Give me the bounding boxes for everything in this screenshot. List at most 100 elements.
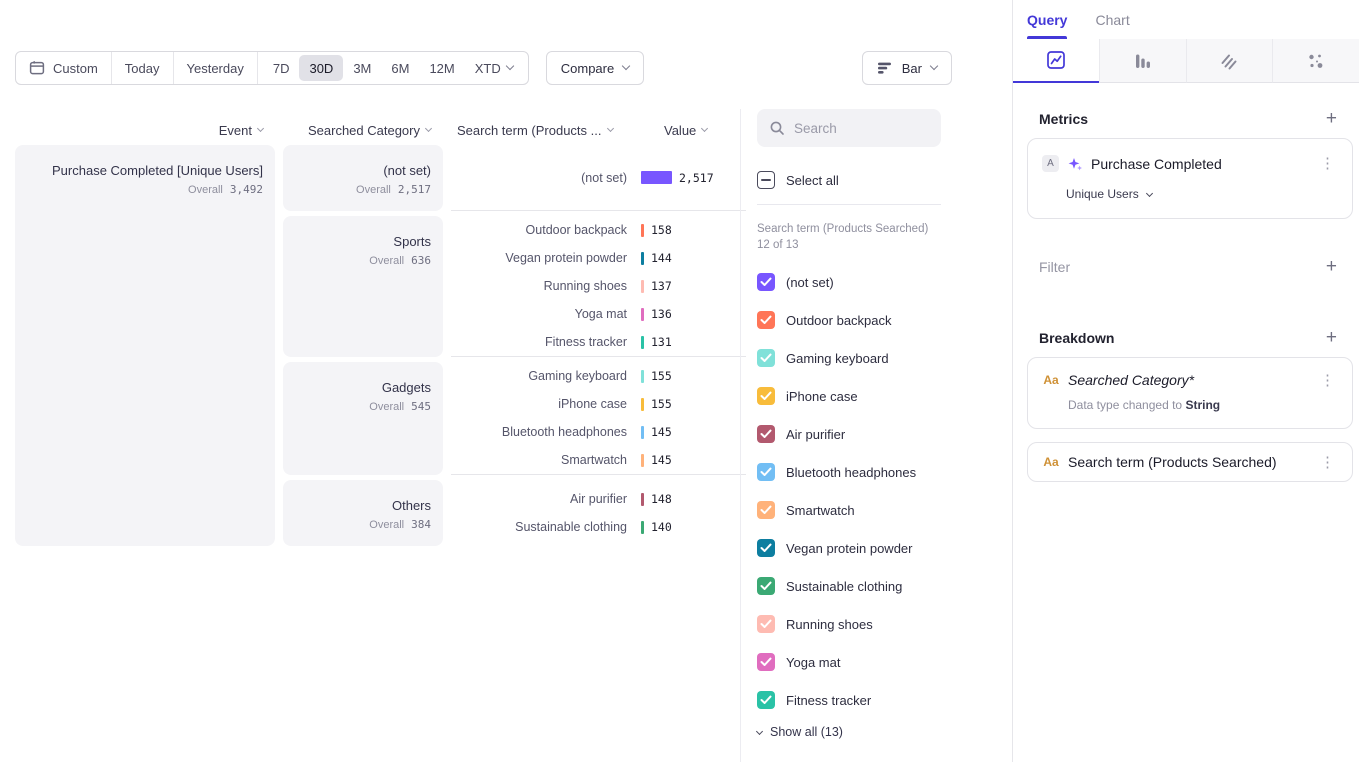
legend-item[interactable]: Smartwatch — [757, 491, 1012, 529]
legend-checkbox[interactable] — [757, 615, 775, 633]
compare-button[interactable]: Compare — [546, 51, 644, 85]
legend-item[interactable]: Vegan protein powder — [757, 529, 1012, 567]
measurement-dropdown[interactable]: Unique Users — [1066, 187, 1152, 201]
show-all-button[interactable]: Show all (13) — [757, 725, 1012, 739]
tab-query[interactable]: Query — [1027, 12, 1067, 39]
legend-panel: Select all Search term (Products Searche… — [740, 109, 1012, 762]
today-button[interactable]: Today — [111, 52, 173, 84]
term-row[interactable]: Smartwatch145 — [451, 446, 746, 474]
check-icon — [760, 619, 772, 629]
range-xtd[interactable]: XTD — [465, 55, 523, 81]
legend-item[interactable]: iPhone case — [757, 377, 1012, 415]
chart-type-button[interactable]: Bar — [862, 51, 952, 85]
range-30d[interactable]: 30D — [299, 55, 343, 81]
legend-checkbox[interactable] — [757, 691, 775, 709]
search-input[interactable] — [794, 121, 924, 136]
metric-card[interactable]: A Purchase Completed ⋮ Unique Users — [1027, 138, 1353, 219]
column-header-value[interactable]: Value — [649, 123, 707, 138]
metric-menu-button[interactable]: ⋮ — [1317, 156, 1338, 171]
range-6m[interactable]: 6M — [381, 55, 419, 81]
legend-item-label: Vegan protein powder — [786, 541, 912, 556]
custom-date-button[interactable]: Custom — [16, 52, 111, 84]
add-filter-button[interactable]: + — [1326, 257, 1337, 276]
legend-checkbox[interactable] — [757, 501, 775, 519]
legend-checkbox[interactable] — [757, 273, 775, 291]
legend-search[interactable] — [757, 109, 941, 147]
breakdown-card-search-term[interactable]: Aa Search term (Products Searched) ⋮ — [1027, 442, 1353, 482]
retention-icon — [1219, 51, 1239, 71]
funnel-bars-icon — [1133, 51, 1153, 71]
legend-item[interactable]: Outdoor backpack — [757, 301, 1012, 339]
legend-checkbox[interactable] — [757, 425, 775, 443]
legend-item[interactable]: Sustainable clothing — [757, 567, 1012, 605]
select-all-row[interactable]: Select all — [757, 171, 1012, 189]
legend-item[interactable]: Yoga mat — [757, 643, 1012, 681]
legend-item-label: Sustainable clothing — [786, 579, 902, 594]
legend-item[interactable]: Running shoes — [757, 605, 1012, 643]
range-3m[interactable]: 3M — [343, 55, 381, 81]
breakdown-menu-button[interactable]: ⋮ — [1317, 455, 1338, 470]
breakdown-menu-button[interactable]: ⋮ — [1317, 373, 1338, 388]
insights-chart-icon — [1046, 50, 1066, 70]
legend-item[interactable]: Air purifier — [757, 415, 1012, 453]
add-metric-button[interactable]: + — [1326, 109, 1337, 128]
tab-flows[interactable] — [1272, 39, 1359, 83]
legend-item-label: Air purifier — [786, 427, 845, 442]
event-cell[interactable]: Purchase Completed [Unique Users] Overal… — [15, 145, 275, 546]
legend-item-label: Running shoes — [786, 617, 873, 632]
tab-funnels[interactable] — [1099, 39, 1186, 83]
category-cell[interactable]: SportsOverall636 — [283, 216, 443, 357]
legend-item[interactable]: Bluetooth headphones — [757, 453, 1012, 491]
string-property-icon: Aa — [1042, 373, 1060, 387]
category-name: (not set) — [283, 163, 431, 178]
range-7d[interactable]: 7D — [263, 55, 300, 81]
column-header-category[interactable]: Searched Category — [283, 123, 443, 138]
chevron-down-icon — [701, 124, 708, 131]
legend-item[interactable]: Fitness tracker — [757, 681, 1012, 719]
range-12m[interactable]: 12M — [419, 55, 464, 81]
category-cell[interactable]: OthersOverall384 — [283, 480, 443, 546]
term-row[interactable]: Gaming keyboard155 — [451, 362, 746, 390]
legend-item[interactable]: Gaming keyboard — [757, 339, 1012, 377]
column-header-term[interactable]: Search term (Products ... — [451, 123, 641, 138]
term-row[interactable]: Running shoes137 — [451, 272, 746, 300]
table-body: Purchase Completed [Unique Users] Overal… — [15, 145, 731, 546]
filter-title: Filter — [1039, 259, 1070, 275]
tab-retention[interactable] — [1186, 39, 1273, 83]
category-name: Gadgets — [283, 380, 431, 395]
select-all-checkbox[interactable] — [757, 171, 775, 189]
add-breakdown-button[interactable]: + — [1326, 328, 1337, 347]
category-overall: Overall636 — [283, 254, 431, 267]
term-row[interactable]: iPhone case155 — [451, 390, 746, 418]
legend-checkbox[interactable] — [757, 463, 775, 481]
column-header-event[interactable]: Event — [15, 123, 275, 138]
legend-checkbox[interactable] — [757, 577, 775, 595]
term-row[interactable]: Vegan protein powder144 — [451, 244, 746, 272]
legend-checkbox[interactable] — [757, 539, 775, 557]
value-text: 145 — [651, 425, 672, 439]
range-group: 7D30D3M6M12M — [263, 55, 465, 81]
legend-checkbox[interactable] — [757, 349, 775, 367]
legend-checkbox[interactable] — [757, 311, 775, 329]
term-row[interactable]: Bluetooth headphones145 — [451, 418, 746, 446]
category-cell[interactable]: (not set)Overall2,517 — [283, 145, 443, 211]
value-bar — [641, 336, 644, 349]
tab-insights[interactable] — [1013, 39, 1099, 83]
legend-checkbox[interactable] — [757, 653, 775, 671]
tab-chart[interactable]: Chart — [1095, 12, 1129, 39]
term-row[interactable]: (not set)2,517 — [451, 164, 746, 192]
breakdown-card-searched-category[interactable]: Aa Searched Category* ⋮ Data type change… — [1027, 357, 1353, 429]
check-icon — [760, 429, 772, 439]
yesterday-button[interactable]: Yesterday — [173, 52, 257, 84]
category-group: (not set)Overall2,517 (not set)2,517 — [283, 145, 746, 211]
term-row[interactable]: Fitness tracker131 — [451, 328, 746, 356]
value-text: 155 — [651, 397, 672, 411]
category-cell[interactable]: GadgetsOverall545 — [283, 362, 443, 475]
legend-checkbox[interactable] — [757, 387, 775, 405]
term-row[interactable]: Sustainable clothing140 — [451, 513, 746, 541]
term-row[interactable]: Air purifier148 — [451, 485, 746, 513]
term-row[interactable]: Yoga mat136 — [451, 300, 746, 328]
legend-item[interactable]: (not set) — [757, 263, 1012, 301]
string-property-icon: Aa — [1042, 455, 1060, 469]
term-row[interactable]: Outdoor backpack158 — [451, 216, 746, 244]
